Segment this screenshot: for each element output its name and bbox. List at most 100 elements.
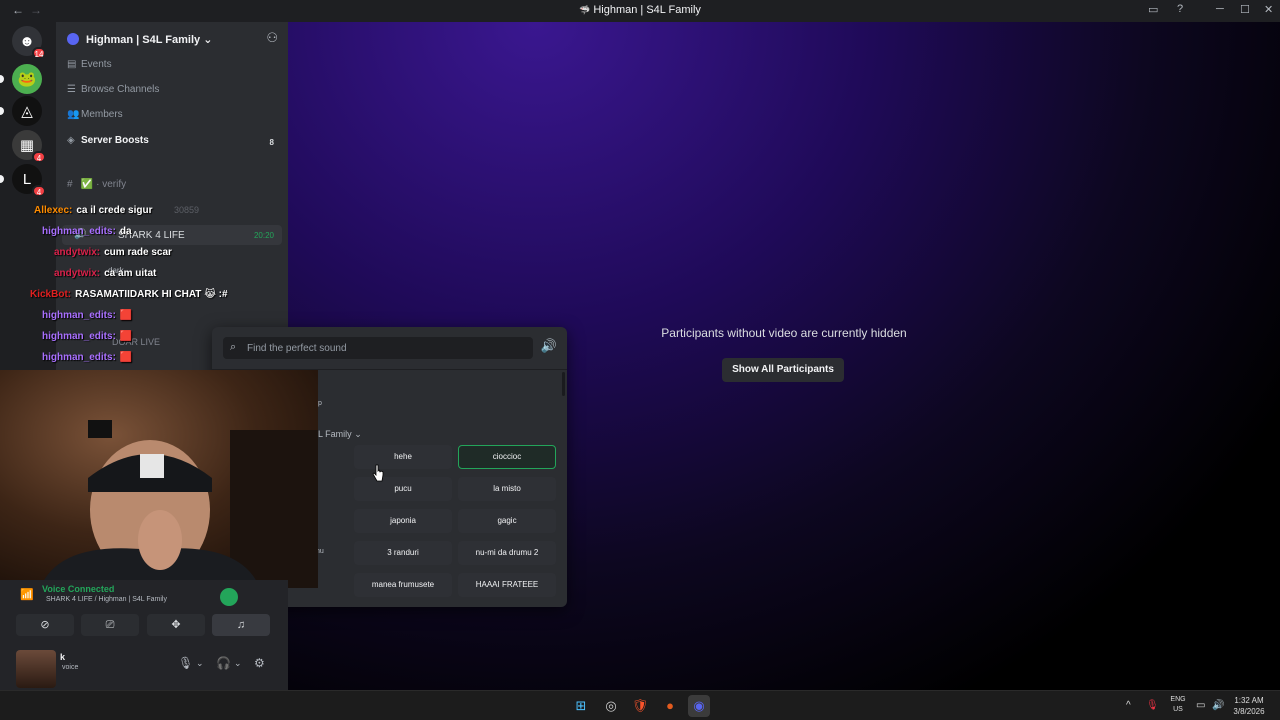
soundboard-icon: ♫	[236, 619, 246, 631]
guild-header[interactable]: Highman | S4L Family ⌄ ⚇	[56, 22, 288, 56]
signal-icon: 📶	[20, 589, 34, 601]
boost-count: 8	[269, 138, 274, 147]
group-icon: ▦	[19, 137, 35, 154]
sound-button[interactable]: 3 randuri	[354, 541, 452, 565]
mouse-cursor-icon	[372, 464, 384, 482]
username: k	[60, 652, 66, 662]
sound-button[interactable]: nu-mi da drumu 2	[458, 541, 556, 565]
voice-connected-status[interactable]: Voice Connected	[42, 584, 114, 594]
headphones-icon[interactable]: 🎧	[216, 656, 231, 670]
server-icon-l[interactable]: L 4	[12, 164, 46, 197]
sound-button[interactable]: gagic	[458, 509, 556, 533]
server-icon-pepe[interactable]: 🐸	[12, 64, 42, 94]
section-label-fragment: p	[318, 400, 322, 407]
voice-channel-path[interactable]: SHARK 4 LIFE / Highman | S4L Family	[46, 596, 167, 603]
settings-gear-icon[interactable]: ⚙	[254, 656, 265, 670]
unread-pill	[0, 75, 4, 83]
sound-button[interactable]: hehe	[354, 445, 452, 469]
server-icon-triangle[interactable]: ◬	[12, 96, 42, 126]
sound-search: ⌕	[223, 337, 533, 359]
noise-suppression-icon[interactable]	[220, 588, 238, 606]
avatar[interactable]	[16, 650, 56, 688]
window-title: 🦈 Highman | S4L Family	[0, 4, 1280, 16]
activities-button[interactable]: ✥	[147, 614, 205, 636]
hash-icon: #	[67, 179, 73, 190]
sound-button[interactable]: la misto	[458, 477, 556, 501]
chevron-down-icon[interactable]: ⌄	[234, 658, 242, 669]
server-badge: 4	[32, 151, 46, 163]
chat-line: andytwix: cum rade scar	[54, 247, 172, 258]
taskbar-app[interactable]: ●	[659, 695, 681, 717]
sound-search-input[interactable]	[247, 337, 527, 359]
taskbar-app[interactable]: ◎	[600, 695, 622, 717]
sidebar-item-server-boosts[interactable]: ◈ Server Boosts	[67, 135, 149, 151]
origin-icon: ●	[666, 698, 674, 713]
maximize-button[interactable]: ☐	[1240, 3, 1250, 16]
chevron-down-icon: ⌄	[203, 34, 213, 46]
clock[interactable]: 1:32 AM 3/8/2026	[1226, 695, 1272, 717]
sound-button[interactable]: HAAAI FRATEEE	[458, 573, 556, 597]
sidebar-item-browse-channels[interactable]: ☰ Browse Channels	[67, 84, 159, 100]
guild-icon	[67, 33, 79, 45]
chat-line: highman_edits: da	[42, 226, 132, 237]
sound-button[interactable]: pucu	[354, 477, 452, 501]
sidebar-item-members[interactable]: 👥 Members	[67, 109, 123, 125]
sound-button[interactable]: manea frumusete	[354, 573, 452, 597]
activities-icon: ✥	[171, 619, 181, 631]
microphone-icon[interactable]: 🎙	[1146, 700, 1159, 711]
taskbar-app-discord[interactable]: ◉	[688, 695, 710, 717]
sidebar-item-events[interactable]: ▤ Events	[67, 59, 112, 75]
search-icon: ⌕	[230, 341, 237, 353]
close-button[interactable]: ✕	[1264, 3, 1273, 16]
camera-off-icon: ⊘	[40, 619, 50, 631]
chrome-icon: ◎	[605, 698, 617, 713]
camera-off-button[interactable]: ⊘	[16, 614, 74, 636]
screen-share-button[interactable]: ⎚	[81, 614, 139, 636]
chat-line: andytwix: ca am uitat	[54, 268, 157, 279]
screen-share-icon: ⎚	[105, 619, 115, 631]
chat-line: KickBot: RASAMATIIDARK HI CHAT 😹 :#	[30, 289, 228, 300]
user-status: voice	[62, 664, 79, 671]
webcam-feed	[0, 370, 318, 588]
category-header[interactable]: L Family ⌄	[318, 429, 362, 440]
taskbar-app[interactable]: 🛡	[629, 695, 651, 717]
sound-button[interactable]: japonia	[354, 509, 452, 533]
channel-verify[interactable]: # ✅ · verify	[67, 179, 126, 190]
channel-hidden-count: 30859	[174, 205, 200, 215]
boost-icon: ◈	[67, 135, 75, 146]
chevron-down-icon[interactable]: ⌄	[196, 658, 204, 669]
start-button[interactable]: ⊞	[570, 695, 592, 717]
taskbar: ⊞ ◎ 🛡 ● ◉ ^ 🎙 ENG US ▭ 🔊 1:32 AM 3/8/2026	[0, 690, 1280, 720]
discord-icon: ◉	[693, 698, 705, 713]
chevron-down-icon: ⌄	[354, 429, 362, 439]
direct-messages-button[interactable]: ☻ 14	[12, 26, 46, 59]
volume-icon[interactable]: 🔊	[541, 338, 557, 354]
chat-line: Allexec: ca il crede sigur	[34, 205, 153, 216]
language-indicator[interactable]: ENG US	[1168, 695, 1188, 715]
show-all-participants-button[interactable]: Show All Participants	[722, 358, 844, 382]
browse-icon: ☰	[67, 84, 76, 95]
soundboard-button[interactable]: ♫	[212, 614, 270, 636]
invite-icon[interactable]: ⚇	[266, 30, 278, 46]
volume-icon[interactable]: 🔊	[1212, 700, 1224, 711]
minimize-button[interactable]: ─	[1216, 3, 1224, 15]
microphone-icon[interactable]: 🎙	[178, 656, 193, 670]
server-badge: 4	[32, 185, 46, 197]
home-badge: 14	[32, 47, 46, 59]
tray-overflow-icon[interactable]: ^	[1126, 700, 1131, 711]
inbox-icon[interactable]: ▭	[1148, 3, 1158, 16]
unread-pill	[0, 107, 4, 115]
check-icon: ✅	[80, 179, 94, 190]
sound-button-selected[interactable]: cioccioc	[458, 445, 556, 469]
calendar-icon: ▤	[67, 59, 77, 70]
network-icon[interactable]: ▭	[1196, 700, 1205, 711]
guild-name: Highman | S4L Family ⌄	[86, 34, 213, 46]
letter-l-icon: L	[22, 170, 32, 188]
discord-home-icon: ☻	[19, 32, 35, 50]
chat-line: highman_edits: 🟥	[42, 331, 133, 342]
server-icon-group[interactable]: ▦ 4	[12, 130, 46, 163]
scrollbar[interactable]	[562, 372, 565, 396]
unread-pill	[0, 175, 4, 183]
webcam-overlay	[0, 370, 318, 588]
help-icon[interactable]: ?	[1177, 3, 1183, 15]
